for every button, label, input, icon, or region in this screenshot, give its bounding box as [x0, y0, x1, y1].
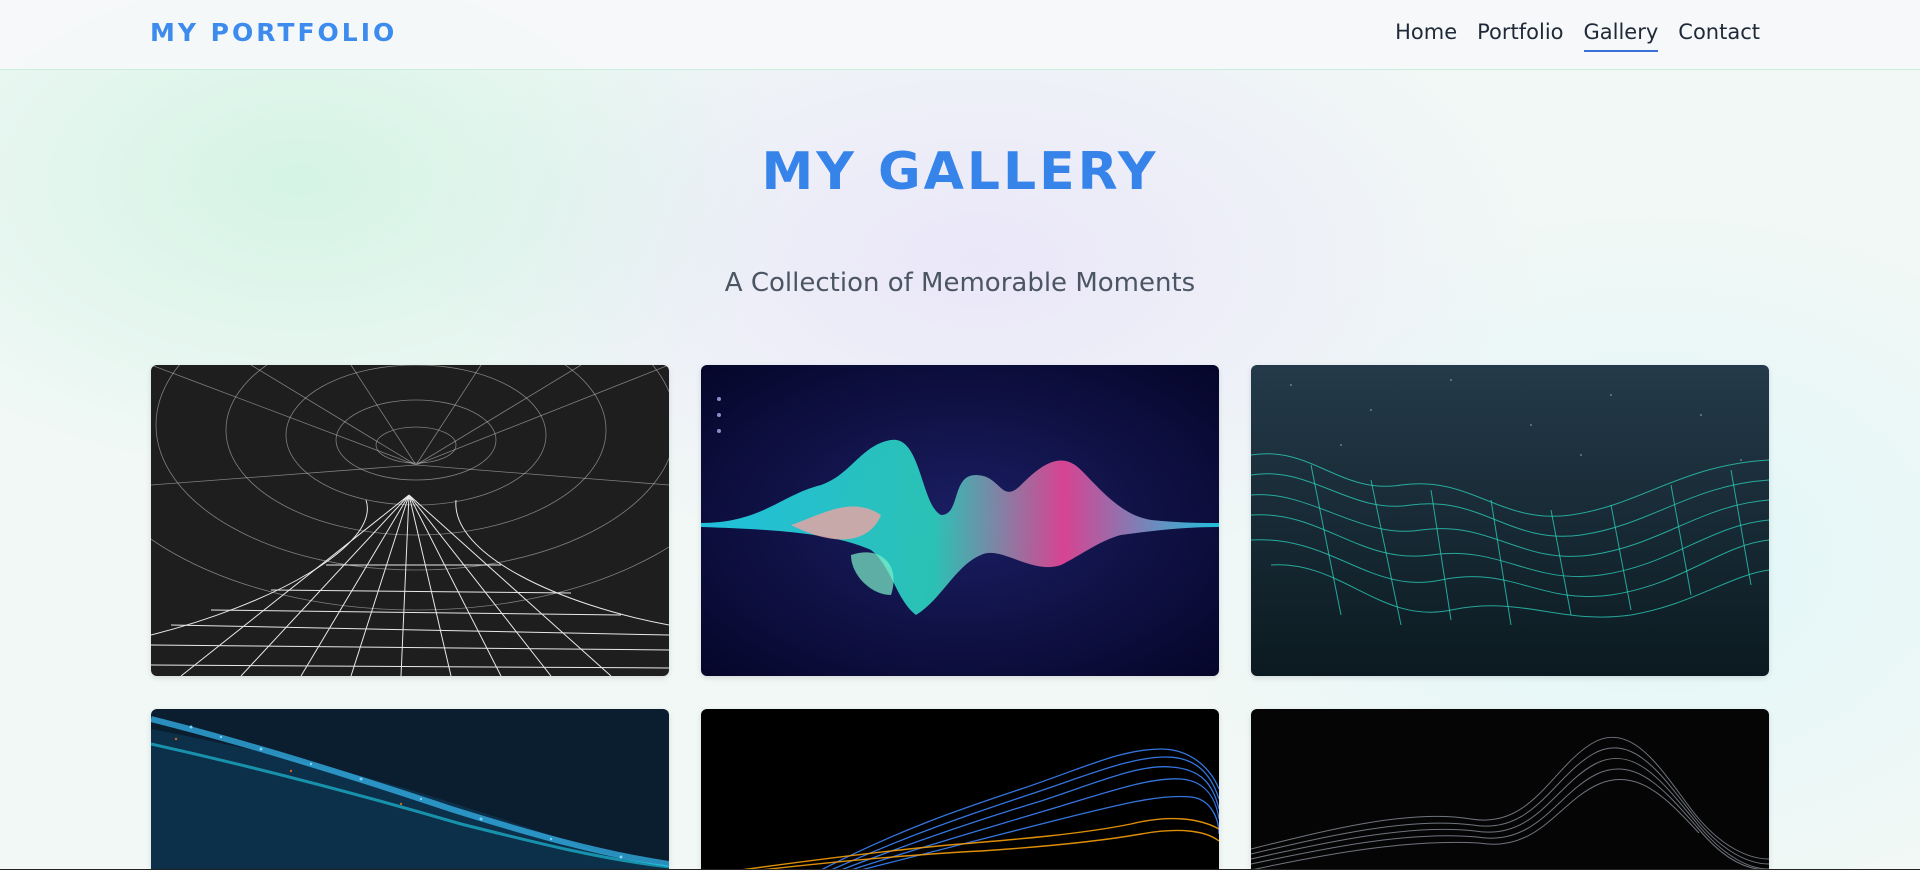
navbar: MY PORTFOLIO Home Portfolio Gallery Cont…: [0, 0, 1920, 70]
gallery-image-teal-mesh-landscape[interactable]: [1251, 365, 1769, 676]
teal-mesh-landscape-image: [1251, 365, 1769, 676]
page-subtitle: A Collection of Memorable Moments: [724, 268, 1196, 298]
nav-links: Home Portfolio Gallery Contact: [1395, 20, 1760, 52]
nav-link-gallery[interactable]: Gallery: [1583, 20, 1658, 52]
neon-sound-wave-image: [701, 365, 1219, 676]
gallery-image-orange-blue-line-waves[interactable]: [701, 709, 1219, 870]
gallery-image-gray-line-waves[interactable]: [1251, 709, 1769, 870]
gallery-image-wireframe-wormhole[interactable]: [151, 365, 669, 676]
gallery-image-blue-particle-wave[interactable]: [151, 709, 669, 870]
nav-link-home[interactable]: Home: [1395, 20, 1457, 52]
brand-logo[interactable]: MY PORTFOLIO: [150, 18, 397, 47]
blue-particle-wave-image: [151, 709, 669, 870]
nav-link-contact[interactable]: Contact: [1678, 20, 1760, 52]
wireframe-wormhole-image: [151, 365, 669, 676]
orange-blue-line-waves-image: [701, 709, 1219, 870]
page-title: MY GALLERY: [761, 142, 1159, 202]
nav-link-portfolio[interactable]: Portfolio: [1477, 20, 1563, 52]
gray-line-waves-image: [1251, 709, 1769, 870]
gallery-image-neon-sound-wave[interactable]: [701, 365, 1219, 676]
